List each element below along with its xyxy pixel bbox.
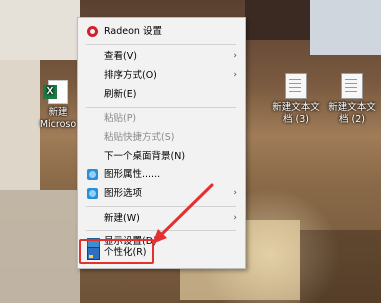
menu-separator <box>86 206 236 207</box>
graphics-properties-icon <box>87 169 98 180</box>
icon-label-line2: 档 (2) <box>339 114 365 125</box>
excel-file-icon: X <box>43 80 68 104</box>
menu-separator <box>86 44 236 45</box>
desktop-icon-excel[interactable]: X 新建 Microso <box>36 80 80 131</box>
radeon-icon <box>87 26 98 37</box>
wall-area <box>0 0 80 60</box>
chevron-right-icon: › <box>233 188 237 198</box>
icon-label-line2: Microso <box>39 119 77 130</box>
menu-item-label: 粘贴快捷方式(S) <box>104 132 175 143</box>
menu-item-label: 图形属性...... <box>104 169 161 180</box>
icon-label-line1: 新建文本文 <box>272 102 320 113</box>
bed-sheet <box>310 0 381 55</box>
menu-item-view[interactable]: 查看(V) › <box>78 47 245 66</box>
menu-item-label: 查看(V) <box>104 51 137 62</box>
icon-label-line1: 新建文本文 <box>328 102 376 113</box>
door-frame <box>0 60 40 190</box>
desktop-icon-text-document-2[interactable]: 新建文本文 档 (2) <box>326 73 378 126</box>
menu-item-graphics-options[interactable]: 图形选项 › <box>78 184 245 203</box>
menu-item-label: 新建(W) <box>104 213 140 224</box>
menu-item-graphics-properties[interactable]: 图形属性...... <box>78 165 245 184</box>
menu-item-new[interactable]: 新建(W) › <box>78 209 245 228</box>
icon-label-line1: 新建 <box>48 107 68 118</box>
text-document-icon <box>285 73 307 99</box>
graphics-options-icon <box>87 188 98 199</box>
icon-label-line2: 档 (3) <box>283 114 309 125</box>
desktop-icon-text-document-3[interactable]: 新建文本文 档 (3) <box>270 73 322 126</box>
menu-item-label: 排序方式(O) <box>104 70 157 81</box>
menu-item-paste: 粘贴(P) <box>78 109 245 128</box>
chevron-right-icon: › <box>233 51 237 61</box>
floor-shadow <box>300 230 381 303</box>
chevron-right-icon: › <box>233 213 237 223</box>
menu-item-label: 下一个桌面背景(N) <box>104 151 186 162</box>
annotation-highlight-box <box>79 239 154 264</box>
menu-separator <box>86 107 236 108</box>
menu-separator <box>86 230 236 231</box>
cabinet-area <box>0 190 80 303</box>
menu-item-label: 图形选项 <box>104 188 143 199</box>
menu-item-label: 粘贴(P) <box>104 113 137 124</box>
menu-item-radeon-settings[interactable]: Radeon 设置 <box>78 22 245 41</box>
text-document-icon <box>341 73 363 99</box>
menu-item-next-desktop-background[interactable]: 下一个桌面背景(N) <box>78 147 245 166</box>
menu-item-refresh[interactable]: 刷新(E) <box>78 85 245 104</box>
menu-item-paste-shortcut: 粘贴快捷方式(S) <box>78 128 245 147</box>
chevron-right-icon: › <box>233 70 237 80</box>
menu-item-label: 刷新(E) <box>104 89 137 100</box>
menu-item-label: Radeon 设置 <box>104 26 162 37</box>
menu-item-sort-by[interactable]: 排序方式(O) › <box>78 66 245 85</box>
desktop-context-menu: Radeon 设置 查看(V) › 排序方式(O) › 刷新(E) 粘贴(P) … <box>77 17 246 269</box>
